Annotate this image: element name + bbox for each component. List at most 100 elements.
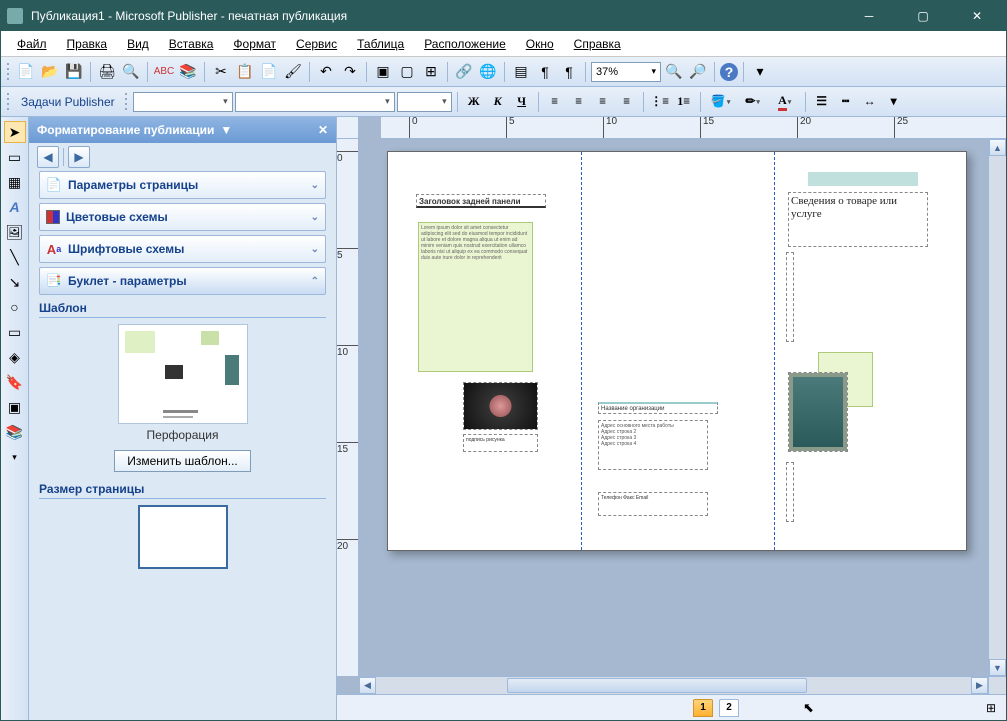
italic-button[interactable]: К <box>487 91 509 113</box>
text-frame[interactable]: Адрес основного места работыАдрес строка… <box>598 420 708 470</box>
nav-forward-icon[interactable]: ▶ <box>68 146 90 168</box>
text-frame[interactable]: подпись рисунка <box>463 434 538 452</box>
menu-format[interactable]: Формат <box>225 34 284 54</box>
menu-file[interactable]: Файл <box>9 34 55 54</box>
category-booklet-options[interactable]: 📑 Буклет - параметры ⌃ <box>39 267 326 295</box>
numbering-icon[interactable]: 1≡ <box>673 91 695 113</box>
paste-icon[interactable]: 📄 <box>258 61 280 83</box>
font-color-icon[interactable]: A▾ <box>770 91 800 113</box>
zoom-in-icon[interactable]: 🔎 <box>687 61 709 83</box>
print-preview-icon[interactable]: 🔍 <box>120 61 142 83</box>
text-frame[interactable]: Название организации <box>598 402 718 414</box>
category-page-options[interactable]: 📄 Параметры страницы ⌄ <box>39 171 326 199</box>
arrow-style-icon[interactable]: ↔ <box>859 91 881 113</box>
toolbar-options-icon[interactable]: ▾ <box>883 91 905 113</box>
text-frame[interactable] <box>786 252 794 342</box>
canvas[interactable]: Заголовок задней панели Lorem ipsum dolo… <box>359 139 988 676</box>
horizontal-ruler[interactable]: 0 5 10 15 20 25 30 <box>381 117 988 139</box>
menu-arrange[interactable]: Расположение <box>416 34 514 54</box>
toolbar-options-icon[interactable]: ▾ <box>4 446 26 468</box>
menu-help[interactable]: Справка <box>566 34 629 54</box>
page-tab-1[interactable]: 1 <box>693 699 713 717</box>
picture-frame[interactable] <box>463 382 538 430</box>
scroll-right-icon[interactable]: ▶ <box>971 677 988 694</box>
menu-tools[interactable]: Сервис <box>288 34 345 54</box>
table-tool-icon[interactable]: ▦ <box>4 171 26 193</box>
fill-color-icon[interactable]: 🪣▾ <box>706 91 736 113</box>
text-frame[interactable] <box>808 172 918 186</box>
bullets-icon[interactable]: ⋮≡ <box>649 91 671 113</box>
design-gallery-icon[interactable]: ▣ <box>4 396 26 418</box>
textbox-tool-icon[interactable]: ▭ <box>4 146 26 168</box>
underline-button[interactable]: Ч <box>511 91 533 113</box>
change-template-button[interactable]: Изменить шаблон... <box>114 450 251 472</box>
toolbar-grip[interactable] <box>5 92 11 112</box>
menu-insert[interactable]: Вставка <box>161 34 222 54</box>
template-preview[interactable] <box>118 324 248 424</box>
page-tab-2[interactable]: 2 <box>719 699 739 717</box>
text-frame[interactable]: Lorem ipsum dolor sit amet consectetur a… <box>418 222 533 372</box>
save-icon[interactable]: 💾 <box>63 61 85 83</box>
text-frame[interactable]: Сведения о товаре или услуге <box>788 192 928 247</box>
text-frame[interactable] <box>786 462 794 522</box>
category-font-schemes[interactable]: Aa Шрифтовые схемы ⌄ <box>39 235 326 263</box>
zoom-out-icon[interactable]: 🔍 <box>663 61 685 83</box>
style-combo[interactable]: ▾ <box>133 92 233 112</box>
bring-front-icon[interactable]: ▣ <box>372 61 394 83</box>
copy-icon[interactable]: 📋 <box>234 61 256 83</box>
horizontal-scrollbar[interactable]: ◀ ▶ <box>359 676 988 694</box>
hyperlink-icon[interactable]: 🔗 <box>453 61 475 83</box>
tasks-label[interactable]: Задачи Publisher <box>15 93 121 111</box>
bold-button[interactable]: Ж <box>463 91 485 113</box>
menu-view[interactable]: Вид <box>119 34 157 54</box>
publication-page[interactable]: Заголовок задней панели Lorem ipsum dolo… <box>387 151 967 551</box>
new-icon[interactable]: 📄 <box>15 61 37 83</box>
redo-icon[interactable]: ↷ <box>339 61 361 83</box>
text-frame[interactable]: Телефон Факс Email <box>598 492 708 516</box>
nav-back-icon[interactable]: ◀ <box>37 146 59 168</box>
open-icon[interactable]: 📂 <box>39 61 61 83</box>
special-chars-icon[interactable]: ¶ <box>558 61 580 83</box>
line-color-icon[interactable]: ✏▾ <box>738 91 768 113</box>
spellcheck-icon[interactable]: ABC <box>153 61 175 83</box>
scroll-up-icon[interactable]: ▲ <box>989 139 1006 156</box>
maximize-button[interactable]: ▢ <box>900 1 946 31</box>
oval-tool-icon[interactable]: ○ <box>4 296 26 318</box>
toolbar-grip[interactable] <box>123 92 129 112</box>
research-icon[interactable]: 📚 <box>177 61 199 83</box>
zoom-combo[interactable]: 37%▾ <box>591 62 661 82</box>
format-painter-icon[interactable]: 🖌 <box>282 61 304 83</box>
paragraph-icon[interactable]: ¶ <box>534 61 556 83</box>
web-preview-icon[interactable]: 🌐 <box>477 61 499 83</box>
arrow-tool-icon[interactable]: ↘ <box>4 271 26 293</box>
vertical-scrollbar[interactable]: ▲ ▼ <box>988 139 1006 676</box>
text-frame[interactable]: Заголовок задней панели <box>416 194 546 208</box>
page-size-preview[interactable] <box>138 505 228 569</box>
menu-edit[interactable]: Правка <box>59 34 116 54</box>
send-back-icon[interactable]: ▢ <box>396 61 418 83</box>
font-combo[interactable]: ▾ <box>235 92 395 112</box>
picture-frame[interactable] <box>788 372 848 452</box>
toolbar-options-icon[interactable]: ▾ <box>749 61 771 83</box>
minimize-button[interactable]: ─ <box>846 1 892 31</box>
scroll-left-icon[interactable]: ◀ <box>359 677 376 694</box>
task-pane-menu-icon[interactable]: ▼ <box>220 123 232 137</box>
group-icon[interactable]: ⊞ <box>420 61 442 83</box>
menu-table[interactable]: Таблица <box>349 34 412 54</box>
item-library-icon[interactable]: 📚 <box>4 421 26 443</box>
vertical-ruler[interactable]: 0 5 10 15 20 <box>337 139 359 676</box>
wordart-tool-icon[interactable]: A <box>4 196 26 218</box>
align-center-icon[interactable]: ≡ <box>568 91 590 113</box>
close-button[interactable]: ✕ <box>954 1 1000 31</box>
menu-window[interactable]: Окно <box>518 34 562 54</box>
align-right-icon[interactable]: ≡ <box>592 91 614 113</box>
font-size-combo[interactable]: ▾ <box>397 92 452 112</box>
columns-icon[interactable]: ▤ <box>510 61 532 83</box>
print-icon[interactable]: 🖨 <box>96 61 118 83</box>
category-color-schemes[interactable]: Цветовые схемы ⌄ <box>39 203 326 231</box>
select-tool-icon[interactable]: ➤ <box>4 121 26 143</box>
undo-icon[interactable]: ↶ <box>315 61 337 83</box>
toolbar-grip[interactable] <box>5 62 11 82</box>
task-pane-close-icon[interactable]: ✕ <box>318 123 328 137</box>
rectangle-tool-icon[interactable]: ▭ <box>4 321 26 343</box>
